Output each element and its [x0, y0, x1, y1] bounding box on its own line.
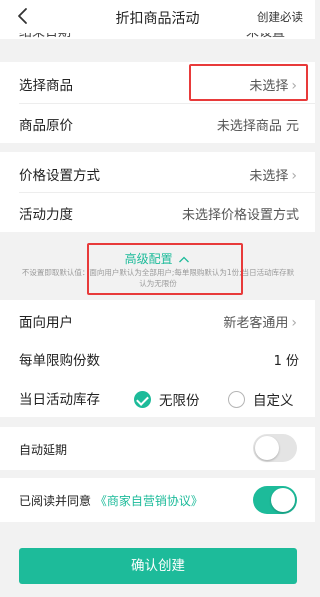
agreement-text: 已阅读并同意 《商家自营销协议》 [19, 492, 203, 509]
creation-guide-link[interactable]: 创建必读 [257, 9, 303, 25]
audience-label: 面向用户 [19, 315, 73, 331]
original-price-label: 商品原价 [19, 118, 73, 134]
highlight-annotation [87, 243, 243, 295]
stock-option-unlimited[interactable]: 无限份 [134, 389, 200, 409]
chevron-right-icon: › [291, 315, 297, 331]
auto-extend-label: 自动延期 [19, 443, 68, 457]
order-limit-value: 1 份 [273, 354, 299, 369]
original-price-value: 未选择商品 元 [216, 119, 299, 134]
discount-strength-value: 未选择价格设置方式 [181, 208, 299, 223]
daily-stock-label: 当日活动库存 [19, 392, 100, 408]
original-price-row: 商品原价 未选择商品 元 [19, 103, 299, 143]
toggle-knob [271, 488, 295, 512]
order-limit-row[interactable]: 每单限购份数 1 份 [19, 338, 299, 378]
audience-row[interactable]: 面向用户 新老客通用 › [19, 300, 297, 340]
price-method-value: 未选择 › [249, 168, 297, 184]
auto-extend-toggle[interactable] [253, 434, 297, 462]
agreement-prefix: 已阅读并同意 [19, 494, 92, 508]
chevron-right-icon: › [291, 168, 297, 184]
price-method-row[interactable]: 价格设置方式 未选择 › [19, 153, 297, 193]
price-method-label: 价格设置方式 [19, 168, 100, 184]
highlight-annotation [189, 64, 308, 101]
discount-strength-row: 活动力度 未选择价格设置方式 [19, 192, 299, 232]
toggle-knob [255, 436, 279, 460]
radio-unchecked-icon [228, 390, 245, 408]
audience-value: 新老客通用 › [223, 315, 297, 331]
agreement-toggle[interactable] [253, 486, 297, 514]
stock-option-custom-label: 自定义 [253, 393, 294, 409]
stock-option-custom[interactable]: 自定义 [228, 389, 294, 409]
order-limit-label: 每单限购份数 [19, 353, 100, 369]
price-settings-card: 价格设置方式 未选择 › 活动力度 未选择价格设置方式 [0, 152, 315, 232]
auto-extend-card: 自动延期 [0, 427, 315, 470]
confirm-create-button[interactable]: 确认创建 [19, 548, 297, 584]
radio-checked-icon [134, 390, 151, 408]
agreement-link[interactable]: 《商家自营销协议》 [95, 494, 203, 508]
select-product-label: 选择商品 [19, 78, 73, 94]
discount-strength-label: 活动力度 [19, 207, 73, 223]
stock-option-unlimited-label: 无限份 [159, 393, 200, 409]
navigation-bar: 折扣商品活动 创建必读 [0, 0, 315, 33]
